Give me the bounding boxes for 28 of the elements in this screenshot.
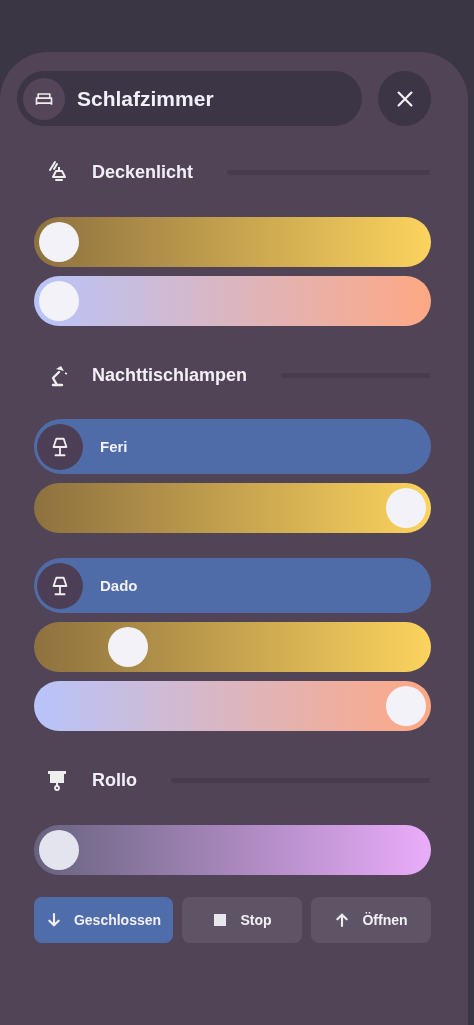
slider-thumb[interactable]	[39, 222, 79, 262]
brightness-slider[interactable]	[34, 217, 431, 267]
blind-icon	[45, 768, 69, 792]
position-slider[interactable]	[34, 825, 431, 875]
color-temperature-slider[interactable]	[34, 681, 431, 731]
stop-icon	[212, 912, 229, 928]
shade-button[interactable]: Stop	[182, 897, 302, 943]
slider-thumb[interactable]	[39, 281, 79, 321]
slider-thumb[interactable]	[386, 488, 426, 528]
slider-thumb[interactable]	[108, 627, 149, 667]
lamp-toggle[interactable]: Dado	[34, 558, 431, 613]
lamp-name: Feri	[100, 438, 128, 455]
slider-thumb[interactable]	[39, 830, 79, 870]
section-title: Nachttischlampen	[92, 364, 248, 386]
lamp-name: Dado	[100, 577, 138, 594]
section-title: Deckenlicht	[92, 161, 194, 183]
color-temperature-slider[interactable]	[34, 276, 431, 326]
shade-button[interactable]: Geschlossen	[34, 897, 173, 943]
arrow-up-icon	[334, 912, 351, 928]
room-title: Schlafzimmer	[77, 86, 214, 111]
arrow-down-icon	[45, 912, 62, 928]
shade-button[interactable]: Öffnen	[311, 897, 431, 943]
brightness-slider[interactable]	[34, 622, 431, 672]
brightness-slider[interactable]	[34, 483, 431, 533]
slider-thumb[interactable]	[386, 686, 426, 726]
lamp-toggle[interactable]: Feri	[34, 419, 431, 474]
section-title: Rollo	[92, 769, 137, 791]
close-button[interactable]	[378, 71, 431, 126]
